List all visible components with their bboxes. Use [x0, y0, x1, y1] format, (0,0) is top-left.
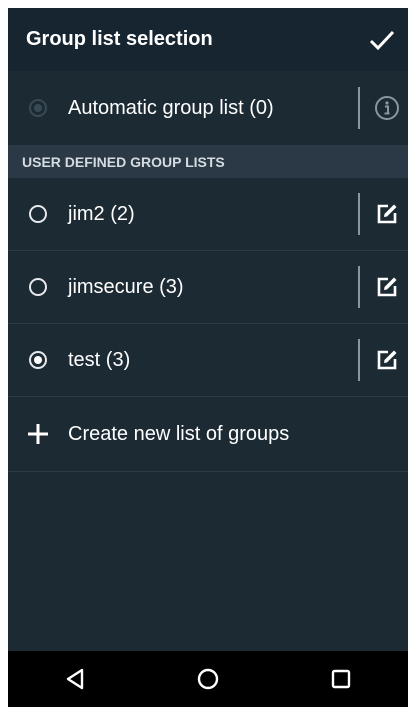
vertical-divider [358, 193, 360, 235]
group-list-label: jimsecure (3) [68, 275, 184, 298]
vertical-divider [358, 87, 360, 129]
plus-icon [28, 424, 48, 444]
automatic-group-list-radio [29, 99, 47, 117]
info-button[interactable] [372, 93, 402, 123]
recents-button[interactable] [317, 655, 365, 703]
group-list-radio-selected[interactable] [29, 351, 47, 369]
edit-icon [377, 204, 397, 224]
group-list-label: jim2 (2) [68, 202, 135, 225]
phone-screen: Group list selection Automatic group lis… [8, 8, 408, 707]
app-bar: Group list selection [8, 8, 408, 71]
back-triangle-icon [66, 668, 83, 690]
vertical-divider [358, 339, 360, 381]
create-new-list-label: Create new list of groups [68, 422, 290, 445]
automatic-group-list-label: Automatic group list (0) [68, 96, 274, 119]
edit-button[interactable] [372, 272, 402, 302]
automatic-group-list-row: Automatic group list (0) [8, 71, 408, 146]
confirm-button[interactable] [364, 22, 400, 58]
group-list-label: test (3) [68, 348, 131, 371]
recents-square-icon [332, 669, 351, 689]
create-new-list-button[interactable]: Create new list of groups [8, 397, 408, 472]
group-list-radio[interactable] [29, 205, 47, 223]
page-title: Group list selection [26, 28, 213, 50]
info-icon [375, 96, 399, 120]
home-circle-icon [197, 668, 219, 690]
android-navigation-bar [8, 651, 408, 707]
edit-icon [377, 350, 397, 370]
section-header: USER DEFINED GROUP LISTS [8, 146, 408, 178]
edit-button[interactable] [372, 199, 402, 229]
vertical-divider [358, 266, 360, 308]
check-icon [369, 30, 395, 50]
group-list-row[interactable]: test (3) [8, 324, 408, 397]
edit-button[interactable] [372, 345, 402, 375]
group-list-row[interactable]: jim2 (2) [8, 178, 408, 251]
group-list-row[interactable]: jimsecure (3) [8, 251, 408, 324]
home-button[interactable] [184, 655, 232, 703]
edit-icon [377, 277, 397, 297]
group-list-radio[interactable] [29, 278, 47, 296]
back-button[interactable] [51, 655, 99, 703]
